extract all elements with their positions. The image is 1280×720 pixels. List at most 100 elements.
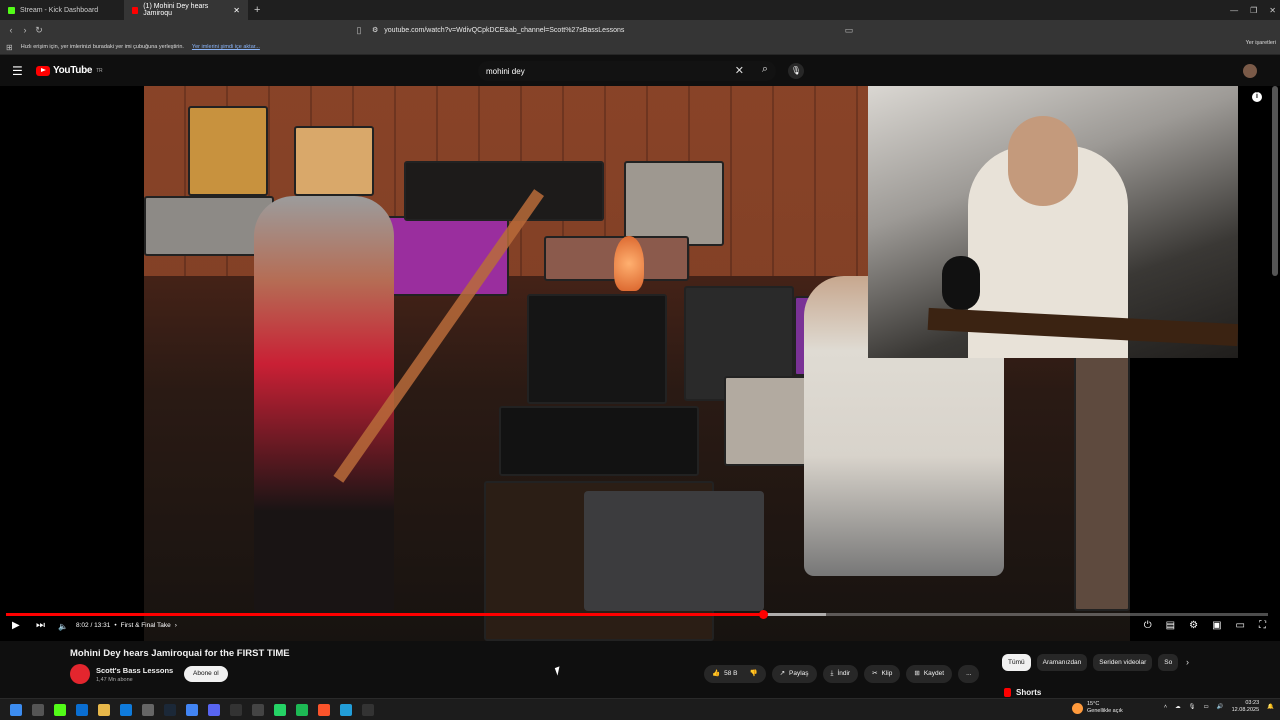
obs-icon[interactable]: [362, 703, 374, 716]
clear-search-icon[interactable]: ✕: [735, 64, 744, 77]
discord-icon[interactable]: [208, 703, 220, 716]
shorts-icon: [1004, 688, 1011, 697]
save-button[interactable]: ⊞ Kaydet: [906, 665, 953, 683]
share-icon: ↗: [779, 670, 786, 677]
scrollbar[interactable]: [1272, 86, 1278, 276]
network-icon[interactable]: ▭: [1204, 704, 1209, 710]
youtube-logo[interactable]: YouTube TR: [36, 65, 103, 76]
menu-icon[interactable]: ☰: [12, 64, 23, 78]
bullet: •: [114, 622, 117, 629]
channel-name[interactable]: Scott's Bass Lessons: [96, 666, 173, 675]
tab-title: Stream - Kick Dashboard: [20, 6, 99, 14]
address-bar[interactable]: ⚙ youtube.com/watch?v=WdivQCpkDCE&ab_cha…: [372, 23, 862, 37]
download-button[interactable]: ⤓ İndir: [822, 665, 859, 683]
youtube-favicon-icon: [132, 6, 139, 14]
autoplay-toggle-icon[interactable]: ⏻: [1144, 620, 1152, 631]
mic-icon[interactable]: 🎙: [1189, 704, 1196, 710]
info-icon[interactable]: i: [1252, 92, 1262, 102]
whatsapp-icon[interactable]: [274, 703, 286, 716]
edge-icon[interactable]: [120, 703, 132, 716]
file-explorer-icon[interactable]: [98, 703, 110, 716]
chip-series[interactable]: Seriden videolar: [1093, 654, 1153, 671]
kick-icon: [8, 6, 15, 14]
speaker-icon[interactable]: 🔊: [1217, 704, 1224, 710]
tray-chevron-icon[interactable]: ˄: [1164, 704, 1167, 710]
apps-grid-icon[interactable]: ⊞: [6, 43, 13, 52]
calculator-icon[interactable]: [252, 703, 264, 716]
more-icon: ...: [966, 670, 972, 677]
brave-icon[interactable]: [318, 703, 330, 716]
video-actions: 👍 58 B 👎 ↗ Paylaş ⤓ İndir ✂ Klip ⊞ Kayde…: [704, 665, 980, 683]
new-tab-button[interactable]: +: [248, 4, 266, 16]
close-tab-icon[interactable]: ✕: [233, 6, 240, 15]
chip-more[interactable]: So: [1158, 654, 1179, 671]
tab-youtube[interactable]: (1) Mohini Dey hears Jamiroqu ✕: [124, 0, 248, 20]
play-icon[interactable]: ▶: [12, 620, 20, 631]
maximize-icon[interactable]: ❐: [1250, 6, 1257, 15]
subscribe-button[interactable]: Abone ol: [184, 666, 228, 682]
miniplayer-icon[interactable]: ▣: [1212, 620, 1221, 631]
save-icon: ⊞: [914, 670, 920, 677]
notifications-icon[interactable]: 🔔: [1267, 704, 1274, 710]
weather-widget[interactable]: 15°C Genellikle açık: [1072, 701, 1123, 715]
chip-from-search[interactable]: Aramanızdan: [1036, 654, 1088, 671]
chrome-icon[interactable]: [186, 703, 198, 716]
time-display: 8:02 / 13:31 • First & Final Take ›: [76, 622, 177, 629]
reload-icon[interactable]: ↻: [32, 25, 46, 36]
subtitles-icon[interactable]: ▤: [1166, 620, 1175, 631]
next-icon[interactable]: ⏭: [36, 620, 45, 631]
download-icon: ⤓: [830, 670, 834, 677]
thumbs-up-icon: 👍: [712, 670, 721, 677]
like-button[interactable]: 👍 58 B 👎: [704, 665, 766, 683]
spotify-icon[interactable]: [296, 703, 308, 716]
tab-kick-dashboard[interactable]: Stream - Kick Dashboard: [0, 0, 124, 20]
settings-gear-icon[interactable]: ⚙: [1189, 620, 1198, 631]
task-view-icon[interactable]: [32, 703, 44, 716]
share-button[interactable]: ↗ Paylaş: [771, 665, 817, 683]
store-icon[interactable]: [142, 703, 154, 716]
subscriber-count: 1,47 Mn abone: [96, 677, 133, 683]
search-query: mohini dey: [486, 66, 525, 76]
account-avatar[interactable]: [1243, 64, 1257, 78]
bookmark-icon[interactable]: ▯: [352, 25, 366, 36]
copilot-icon[interactable]: [76, 703, 88, 716]
chapter-title[interactable]: First & Final Take: [121, 622, 171, 629]
more-actions-button[interactable]: ...: [958, 665, 980, 683]
windows-start-icon[interactable]: [10, 703, 22, 716]
telegram-icon[interactable]: [340, 703, 352, 716]
clock[interactable]: 03:23 12.08.2025: [1232, 700, 1260, 714]
voice-search-icon[interactable]: 🎙: [788, 63, 804, 79]
channel-avatar[interactable]: [70, 664, 90, 684]
system-tray: ˄ ☁ 🎙 ▭ 🔊 03:23 12.08.2025 🔔: [1164, 700, 1274, 714]
progress-played: [6, 613, 764, 616]
thumbs-down-icon[interactable]: 👎: [749, 665, 757, 683]
screen-icon[interactable]: ▭: [842, 25, 856, 36]
close-window-icon[interactable]: ✕: [1269, 6, 1276, 15]
site-info-icon[interactable]: ⚙: [372, 26, 378, 34]
progress-bar[interactable]: [6, 610, 1268, 619]
player-right-controls: ⏻ ▤ ⚙ ▣ ▭ ⛶: [1144, 620, 1266, 631]
fullscreen-icon[interactable]: ⛶: [1259, 620, 1266, 631]
search-icon[interactable]: ⌕: [762, 63, 768, 76]
microphone: [942, 256, 980, 310]
minimize-icon[interactable]: —: [1230, 6, 1238, 15]
volume-icon[interactable]: 🔈: [58, 622, 68, 631]
forward-icon[interactable]: ›: [18, 25, 32, 35]
onedrive-icon[interactable]: ☁: [1175, 704, 1181, 710]
chevron-right-icon[interactable]: ›: [1186, 657, 1189, 667]
theater-mode-icon[interactable]: ▭: [1236, 620, 1245, 631]
back-icon[interactable]: ‹: [4, 25, 18, 35]
import-bookmarks-link[interactable]: Yer imlerini şimdi içe aktar...: [192, 44, 260, 50]
chip-all[interactable]: Tümü: [1002, 654, 1031, 671]
app-icon[interactable]: [230, 703, 242, 716]
browser-tab-bar: Stream - Kick Dashboard (1) Mohini Dey h…: [0, 0, 1280, 20]
search-input[interactable]: mohini dey ✕ ⌕: [478, 61, 776, 81]
clip-button[interactable]: ✂ Klip: [864, 665, 901, 683]
kick-app-icon[interactable]: [54, 703, 66, 716]
weather-temp: 15°C: [1087, 701, 1100, 707]
clock-time: 03:23: [1245, 700, 1260, 706]
bookmarks-right-label: Yer işaretleri: [1245, 40, 1276, 46]
video-player[interactable]: [0, 86, 1280, 641]
steam-icon[interactable]: [164, 703, 176, 716]
scissors-icon: ✂: [872, 670, 878, 677]
